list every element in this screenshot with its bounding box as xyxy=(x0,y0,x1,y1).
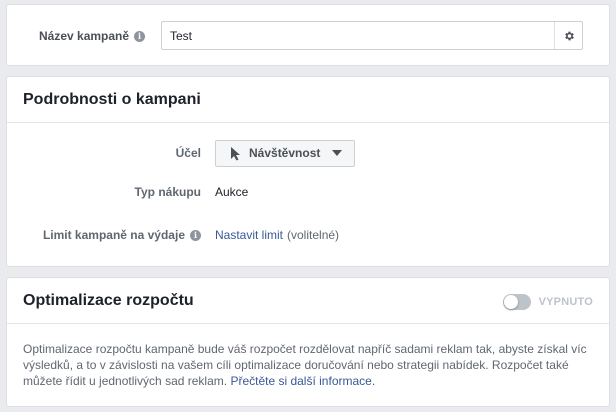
budget-optimization-card: Optimalizace rozpočtu VYPNUTO Optimaliza… xyxy=(6,277,610,407)
objective-dropdown-label: Návštěvnost xyxy=(249,146,321,160)
info-icon[interactable]: i xyxy=(190,229,201,241)
objective-dropdown[interactable]: Návštěvnost xyxy=(215,139,356,167)
set-limit-link[interactable]: Nastavit limit xyxy=(215,228,283,242)
spending-limit-value: Nastavit limit (volitelné) xyxy=(215,228,339,242)
campaign-name-field xyxy=(161,21,583,50)
buying-type-row: Typ nákupu Aukce xyxy=(7,178,609,206)
campaign-name-label-text: Název kampaně xyxy=(39,29,130,43)
gear-icon xyxy=(564,31,574,40)
toggle-switch[interactable] xyxy=(502,294,531,310)
campaign-name-label: Název kampaně i xyxy=(39,29,146,43)
buying-type-value: Aukce xyxy=(215,185,249,199)
objective-row: Účel Návštěvnost xyxy=(7,139,609,167)
budget-optimization-toggle[interactable]: VYPNUTO xyxy=(502,294,593,310)
campaign-details-title: Podrobnosti o kampani xyxy=(7,77,609,123)
learn-more-link[interactable]: Přečtěte si další informace. xyxy=(230,374,375,388)
spending-limit-label-text: Limit kampaně na výdaje xyxy=(42,228,185,242)
spending-limit-row: Limit kampaně na výdaje i Nastavit limit… xyxy=(7,221,609,249)
chevron-down-icon xyxy=(332,150,343,156)
campaign-name-settings-button[interactable] xyxy=(554,22,582,49)
info-icon[interactable]: i xyxy=(134,30,146,42)
budget-optimization-description: Optimalizace rozpočtu kampaně bude váš r… xyxy=(23,341,593,389)
objective-label: Účel xyxy=(175,146,201,160)
optional-note: (volitelné) xyxy=(287,228,340,242)
buying-type-label: Typ nákupu xyxy=(134,185,201,199)
toggle-knob xyxy=(503,295,518,309)
campaign-name-input[interactable] xyxy=(162,22,554,49)
cursor-icon xyxy=(231,146,240,160)
objective-value: Návštěvnost xyxy=(215,139,356,167)
campaign-name-row: Název kampaně i xyxy=(7,5,609,67)
toggle-state-label: VYPNUTO xyxy=(538,296,593,308)
spending-limit-label: Limit kampaně na výdaje i xyxy=(43,228,201,242)
campaign-name-card: Název kampaně i xyxy=(6,4,610,66)
campaign-details-card: Podrobnosti o kampani Účel Návštěvnost T… xyxy=(6,76,610,267)
